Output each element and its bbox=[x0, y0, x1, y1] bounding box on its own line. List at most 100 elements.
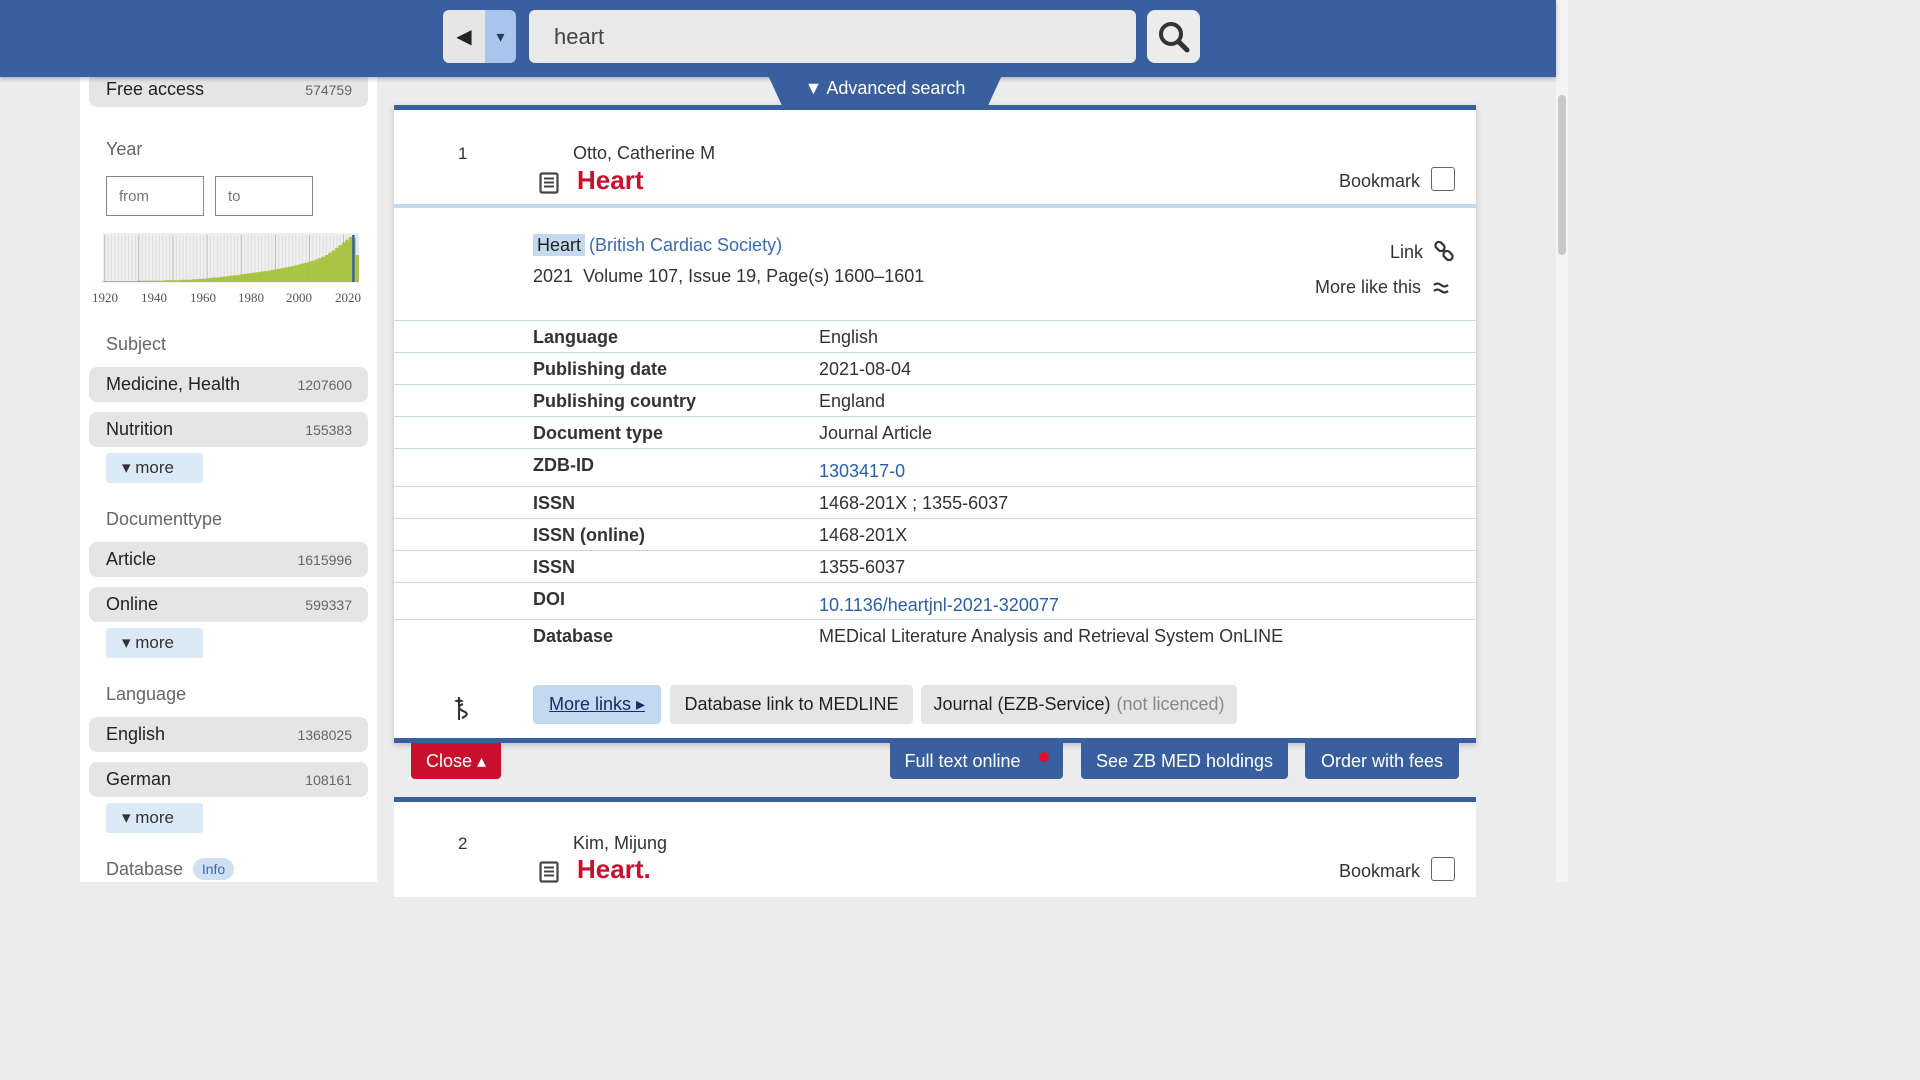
histogram-bar[interactable] bbox=[133, 281, 138, 282]
language-more-button[interactable]: ▾ more bbox=[106, 803, 203, 833]
result-title[interactable]: Heart bbox=[577, 165, 643, 196]
histogram-bar[interactable] bbox=[178, 280, 182, 282]
facet-free-access[interactable]: Free access 574759 bbox=[89, 72, 368, 107]
histogram-bar[interactable] bbox=[154, 280, 158, 282]
database-link-button[interactable]: Database link to MEDLINE bbox=[670, 685, 913, 724]
close-record-button[interactable]: Close ▴ bbox=[411, 743, 501, 779]
histogram-bar[interactable] bbox=[253, 272, 257, 282]
full-text-online-button[interactable]: Full text online bbox=[890, 743, 1063, 779]
histogram-bar[interactable] bbox=[195, 279, 199, 282]
zdb-id-link[interactable]: 1303417-0 bbox=[819, 461, 905, 482]
histogram-bar[interactable] bbox=[294, 265, 298, 282]
journal-ezb-button[interactable]: Journal (EZB-Service) (not licenced) bbox=[921, 685, 1237, 724]
histogram-bar[interactable] bbox=[239, 274, 244, 282]
histogram-bar[interactable] bbox=[300, 263, 305, 282]
facet-item[interactable]: Nutrition 155383 bbox=[89, 412, 368, 447]
search-button[interactable] bbox=[1147, 10, 1200, 63]
histogram-bar[interactable] bbox=[120, 281, 124, 282]
histogram-bar[interactable] bbox=[263, 271, 268, 282]
histogram-bar[interactable] bbox=[287, 266, 291, 282]
histogram-bar[interactable] bbox=[290, 266, 295, 282]
journal-society-link[interactable]: (British Cardiac Society) bbox=[589, 235, 782, 255]
histogram-bar[interactable] bbox=[348, 237, 353, 282]
histogram-bar[interactable] bbox=[219, 277, 223, 282]
histogram-bar[interactable] bbox=[225, 276, 230, 282]
histogram-bar[interactable] bbox=[130, 281, 134, 282]
back-button[interactable]: ◀ bbox=[443, 10, 485, 63]
advanced-search-tab[interactable]: ▼ Advanced search bbox=[767, 73, 1003, 109]
histogram-bar[interactable] bbox=[229, 275, 233, 282]
histogram-bar[interactable] bbox=[126, 281, 131, 282]
histogram-bar[interactable] bbox=[280, 268, 285, 282]
histogram-bar[interactable] bbox=[341, 242, 346, 282]
histogram-bar[interactable] bbox=[147, 280, 151, 282]
year-histogram[interactable] bbox=[103, 233, 359, 283]
database-info-badge[interactable]: Info bbox=[193, 858, 234, 880]
doi-link[interactable]: 10.1136/heartjnl-2021-320077 bbox=[819, 595, 1059, 616]
year-from-input[interactable] bbox=[106, 176, 204, 216]
histogram-bar[interactable] bbox=[307, 261, 312, 282]
scrollbar-thumb[interactable] bbox=[1558, 95, 1566, 255]
histogram-bar[interactable] bbox=[283, 267, 288, 282]
histogram-bar[interactable] bbox=[191, 279, 196, 282]
histogram-bar[interactable] bbox=[181, 279, 186, 282]
facet-item[interactable]: German 108161 bbox=[89, 762, 368, 797]
histogram-bar[interactable] bbox=[318, 258, 322, 282]
histogram-bar[interactable] bbox=[212, 277, 216, 283]
histogram-bar[interactable] bbox=[260, 271, 264, 282]
histogram-bar[interactable] bbox=[232, 275, 237, 282]
histogram-bar[interactable] bbox=[246, 273, 250, 282]
page-scrollbar[interactable] bbox=[1556, 0, 1568, 882]
histogram-bar[interactable] bbox=[328, 252, 332, 282]
history-dropdown-button[interactable]: ▾ bbox=[485, 10, 516, 63]
histogram-bar[interactable] bbox=[188, 279, 192, 282]
histogram-bar[interactable] bbox=[236, 275, 240, 282]
histogram-bar[interactable] bbox=[167, 280, 172, 282]
histogram-bar[interactable] bbox=[297, 264, 302, 282]
histogram-bar[interactable] bbox=[270, 269, 274, 282]
result-author[interactable]: Kim, Mijung bbox=[573, 833, 667, 854]
more-links-button[interactable]: More links ▸ bbox=[533, 685, 661, 724]
histogram-bar[interactable] bbox=[198, 278, 203, 282]
histogram-bar[interactable] bbox=[161, 280, 165, 282]
histogram-bar[interactable] bbox=[266, 270, 271, 282]
year-to-input[interactable] bbox=[215, 176, 313, 216]
bookmark-checkbox[interactable] bbox=[1431, 857, 1455, 881]
subject-more-button[interactable]: ▾ more bbox=[106, 453, 203, 483]
histogram-bar[interactable] bbox=[116, 281, 121, 282]
journal-name[interactable]: Heart bbox=[533, 234, 586, 256]
histogram-bar[interactable] bbox=[143, 280, 148, 282]
histogram-range-handle[interactable] bbox=[352, 235, 355, 282]
histogram-bar[interactable] bbox=[140, 280, 145, 282]
histogram-bar[interactable] bbox=[123, 281, 128, 282]
order-with-fees-button[interactable]: Order with fees bbox=[1305, 743, 1459, 779]
histogram-bar[interactable] bbox=[311, 260, 315, 282]
histogram-bar[interactable] bbox=[338, 245, 343, 282]
documenttype-more-button[interactable]: ▾ more bbox=[106, 628, 203, 658]
zb-med-holdings-button[interactable]: See ZB MED holdings bbox=[1081, 743, 1288, 779]
histogram-bar[interactable] bbox=[171, 280, 175, 282]
histogram-bar[interactable] bbox=[215, 277, 220, 283]
histogram-bar[interactable] bbox=[304, 262, 308, 282]
histogram-bar[interactable] bbox=[184, 279, 189, 282]
histogram-bar[interactable] bbox=[157, 280, 162, 282]
histogram-bar[interactable] bbox=[277, 268, 281, 282]
histogram-bar[interactable] bbox=[113, 281, 117, 282]
histogram-bar[interactable] bbox=[174, 280, 179, 282]
link-button[interactable]: Link bbox=[1390, 241, 1455, 263]
histogram-bar[interactable] bbox=[208, 277, 213, 282]
bookmark-checkbox[interactable] bbox=[1431, 167, 1455, 191]
histogram-bar[interactable] bbox=[331, 250, 336, 283]
histogram-bar[interactable] bbox=[137, 280, 141, 282]
histogram-bar[interactable] bbox=[324, 255, 329, 282]
histogram-bar[interactable] bbox=[109, 281, 114, 282]
histogram-bar[interactable] bbox=[222, 276, 227, 282]
histogram-bar[interactable] bbox=[201, 278, 206, 282]
search-input[interactable] bbox=[529, 10, 1136, 63]
result-author[interactable]: Otto, Catherine M bbox=[573, 143, 715, 164]
histogram-bar[interactable] bbox=[321, 256, 326, 282]
facet-item[interactable]: Medicine, Health 1207600 bbox=[89, 367, 368, 402]
histogram-bar[interactable] bbox=[273, 269, 278, 282]
histogram-bar[interactable] bbox=[205, 278, 210, 282]
histogram-bar[interactable] bbox=[249, 273, 254, 282]
